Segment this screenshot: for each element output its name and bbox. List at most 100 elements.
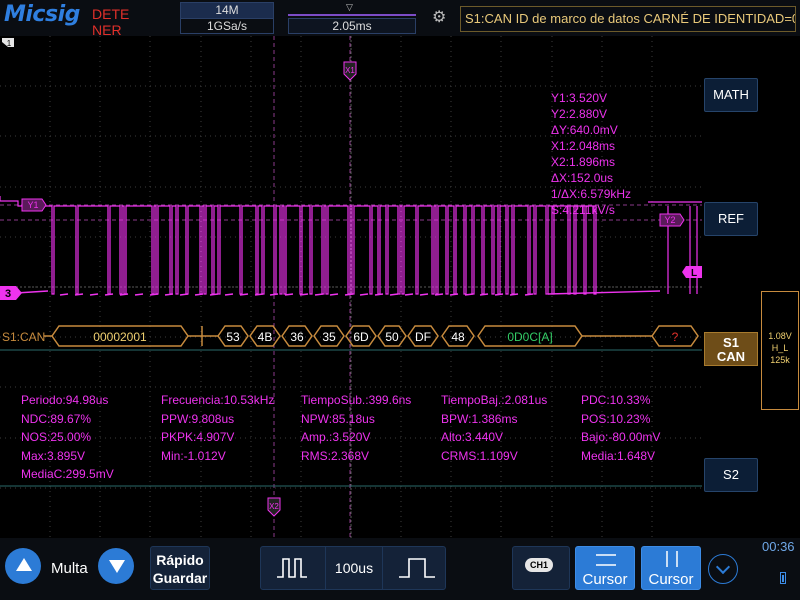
measurement-item: CRMS:1.109V (441, 448, 518, 463)
decode-frame: 50 (377, 325, 407, 347)
cursor-x1-label: X1 (345, 66, 355, 75)
measurement-item: Media:1.648V (581, 448, 656, 463)
measurement-item: NDC:89.67% (21, 411, 92, 426)
waveform-screen[interactable]: X1 X2 Y1 Y2 3 L 1 S1:CAN 00002001 53 4B 36 35 6D 50 DF 4… (0, 36, 702, 538)
measurement-item: PDC:10.33% (581, 393, 651, 407)
channel-3-trace (0, 196, 597, 295)
ref-position-marker: 1 (2, 38, 14, 48)
decode-frame-value: ? (672, 330, 679, 344)
cursor-x2-value: X2:1.896ms (551, 155, 616, 169)
measurement-item: POS:10.23% (581, 411, 651, 426)
cursor-dx-value: ΔX:152.0us (551, 171, 614, 185)
measurement-item: PPW:9.808us (161, 411, 235, 426)
math-button[interactable]: MATH (704, 78, 758, 112)
decode-frame-value: 53 (226, 330, 240, 344)
decode-frame-value: 6D (353, 330, 369, 344)
cursor-x1-value: X1:2.048ms (551, 139, 616, 153)
measurement-column-5: PDC:10.33% POS:10.23% Bajo:-80.00mV Medi… (581, 391, 660, 465)
measurement-item: NPW:85.18us (301, 411, 375, 426)
decode-frame-value: 36 (290, 330, 304, 344)
cursor-horizontal-label: Cursor (582, 571, 628, 588)
channel-3-marker: 3 (0, 286, 22, 300)
decode-frame-value: 48 (451, 330, 465, 344)
multi-up-button[interactable] (5, 548, 41, 584)
cursor-y1-marker: Y1 (21, 198, 47, 212)
s1-label: S1 (723, 335, 739, 350)
decode-frame-value: 0D0C[A] (507, 330, 552, 344)
measurement-column-4: TiempoBaj.:2.081us BPW:1.386ms Alto:3.44… (441, 391, 547, 465)
measurement-item: Min:-1.012V (161, 448, 226, 463)
measurement-item: TiempoSub.:399.6ns (301, 393, 412, 407)
measurement-item: PKPK:4.907V (161, 430, 235, 444)
measurement-column-2: Frecuencia:10.53kHz PPW:9.808us PKPK:4.9… (161, 391, 274, 465)
measurement-item: MediaC:299.5mV (21, 467, 114, 481)
s1-bus-button[interactable]: S1 CAN (704, 332, 758, 366)
s1-bus-info[interactable]: 1.08V H_L 125k (761, 291, 799, 410)
trigger-level-marker: L (682, 266, 702, 279)
channel-3-label: 3 (5, 288, 11, 300)
multi-down-button[interactable] (98, 548, 134, 584)
s1-baudrate: 125k (770, 355, 790, 365)
measurement-item: Bajo:-80.00mV (581, 430, 661, 444)
decode-frame: 00002001 (51, 325, 189, 347)
decode-frame: 35 (313, 325, 345, 347)
settings-gear-icon[interactable]: ⚙ (432, 9, 450, 27)
arrow-down-icon (109, 560, 125, 573)
memory-depth: 14M (181, 3, 273, 18)
cursor-y2-value: Y2:2.880V (551, 107, 608, 121)
brand-logo: Micsig (4, 2, 80, 27)
cursor-vertical-button[interactable]: Cursor (641, 546, 701, 590)
quick-save-button[interactable]: Rápido Guardar (150, 546, 210, 590)
quick-save-line1: Rápido (156, 552, 204, 568)
cursor-y1-label: Y1 (27, 200, 38, 210)
measurement-item: Alto:3.440V (441, 430, 504, 444)
measurement-item: RMS:2.368V (301, 448, 370, 463)
cursor-readout: Y1:3.520V Y2:2.880V ΔY:640.0mV X1:2.048m… (551, 90, 631, 218)
measurement-column-3: TiempoSub.:399.6ns NPW:85.18us Amp.:3.52… (301, 391, 411, 465)
horizontal-cursor-icon (596, 554, 616, 566)
decode-frame: 48 (441, 325, 475, 347)
timebase-decrease-button[interactable] (261, 547, 323, 589)
ch1-select-button[interactable]: CH1 (512, 546, 570, 590)
decode-frame-value: 4B (258, 330, 273, 344)
decode-frame-value: 50 (385, 330, 399, 344)
cursor-x2-marker: X2 (267, 497, 281, 517)
decode-frame: ? (651, 325, 699, 347)
ref-position-label: 1 (7, 39, 12, 48)
cursor-horizontal-button[interactable]: Cursor (575, 546, 635, 590)
s1-threshold: 1.08V (768, 331, 792, 341)
decode-frame-value: DF (415, 330, 431, 344)
measurement-item: BPW:1.386ms (441, 411, 518, 426)
decode-frame: 4B (249, 325, 281, 347)
decode-frame-value: 35 (322, 330, 336, 344)
cursor-vertical-label: Cursor (648, 571, 694, 588)
horizontal-position-control[interactable]: ▽ 2.05ms (288, 2, 416, 34)
measurement-item: Max:3.895V (21, 448, 86, 463)
cursor-slope-value: S:4.211kV/s (551, 203, 615, 217)
expand-menu-button[interactable] (708, 554, 738, 584)
bottom-bar: Multa Rápido Guardar 100us CH1 Cursor Cu… (0, 538, 800, 600)
decode-frame: DF (407, 325, 439, 347)
measurement-item: NOS:25.00% (21, 430, 92, 444)
acquisition-settings[interactable]: 14M 1GSa/s (180, 2, 274, 34)
cursor-inv-dx-value: 1/ΔX:6.579kHz (551, 187, 632, 201)
trigger-position-icon: ▽ (346, 2, 353, 12)
measurement-item: TiempoBaj.:2.081us (441, 393, 548, 407)
measurement-item: Frecuencia:10.53kHz (161, 393, 275, 407)
ref-button[interactable]: REF (704, 202, 758, 236)
trigger-description[interactable]: S1:CAN ID de marco de datos CARNÉ DE IDE… (460, 6, 796, 32)
decode-frame: 0D0C[A] (477, 325, 583, 347)
cursor-x1-marker: X1 (343, 61, 357, 81)
channel-3-low-level (0, 290, 661, 296)
cursor-dy-value: ΔY:640.0mV (551, 123, 618, 137)
measurement-item: Amp.:3.520V (301, 430, 371, 444)
chevron-down-icon (715, 559, 731, 575)
vertical-cursor-icon (666, 551, 678, 567)
narrow-pulse-icon (277, 558, 307, 578)
timebase-control: 100us (260, 546, 446, 590)
acquire-mode-label[interactable]: DETE NER (92, 6, 152, 36)
timebase-increase-button[interactable] (385, 547, 447, 589)
s2-bus-button[interactable]: S2 (704, 458, 758, 492)
cursor-y2-label: Y2 (664, 215, 675, 225)
top-bar: Micsig DETE NER 14M 1GSa/s ▽ 2.05ms ⚙ S1… (0, 0, 800, 36)
